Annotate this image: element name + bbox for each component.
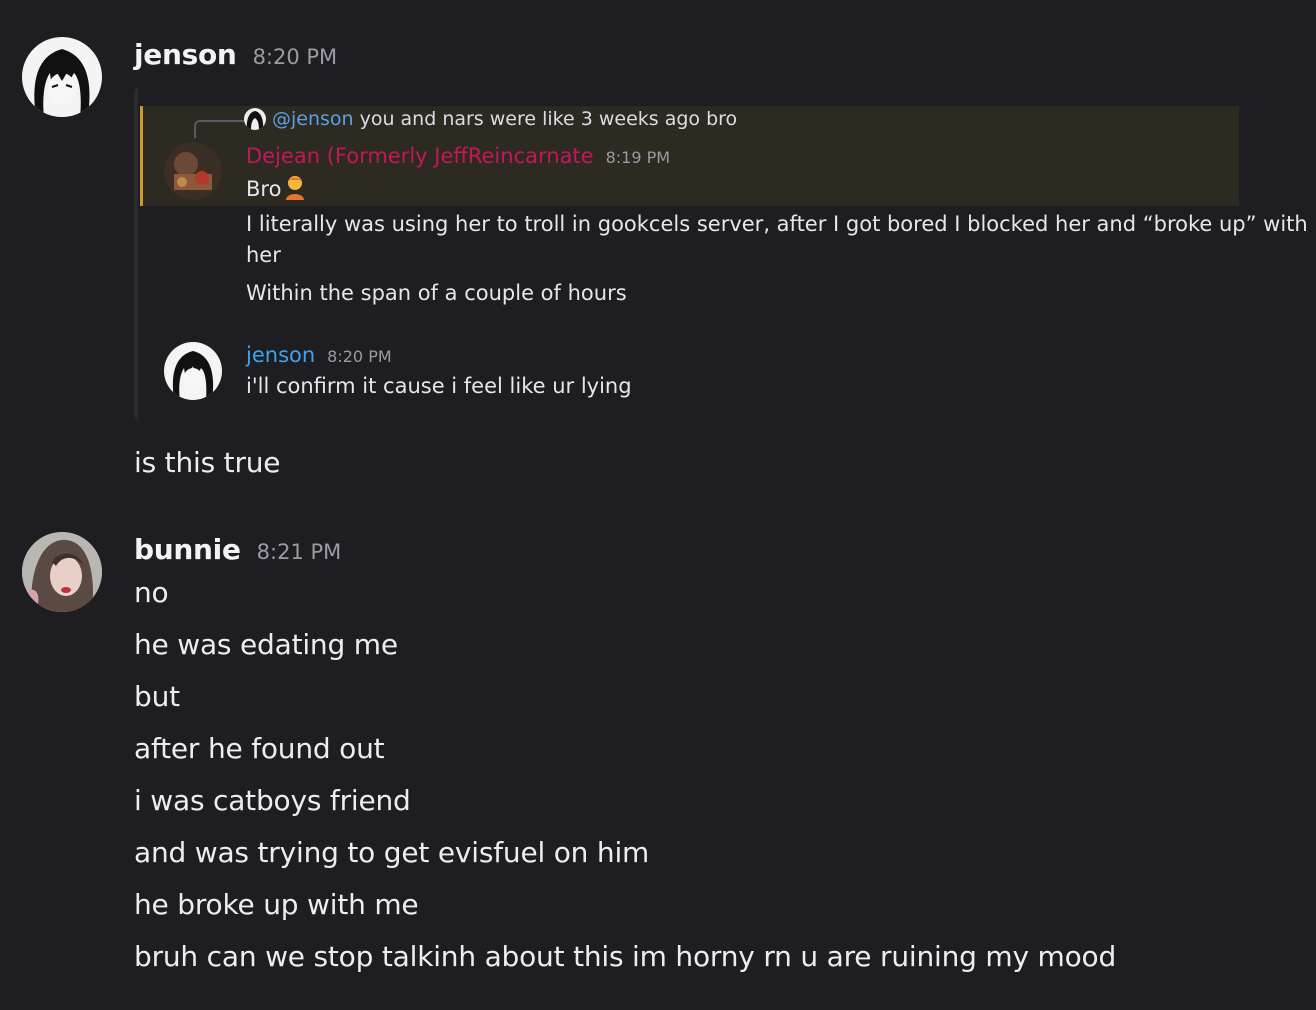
author-name[interactable]: bunnie: [134, 533, 241, 566]
selfie-avatar-icon: [22, 532, 102, 612]
anime-girl-avatar-icon: [164, 342, 222, 400]
message-line: he was edating me: [134, 628, 398, 661]
anime-girl-avatar-icon: [22, 37, 102, 117]
embed-line: her: [246, 243, 281, 267]
message-timestamp: 8:21 PM: [256, 540, 342, 564]
embed-jenson-time: 8:20 PM: [327, 347, 392, 366]
dejean-name[interactable]: Dejean (Formerly JeffReincarnate: [246, 144, 594, 168]
embed-line: i'll confirm it cause i feel like ur lyi…: [246, 374, 632, 398]
embed-line: Within the span of a couple of hours: [246, 281, 627, 305]
message-timestamp: 8:20 PM: [252, 45, 338, 69]
jenson-message-header: jenson 8:20 PM: [134, 38, 337, 71]
embed-line-text: Bro: [246, 177, 282, 201]
chat-log: jenson 8:20 PM @jenson you and nars were…: [0, 0, 1316, 1010]
reply-mention[interactable]: @jenson: [272, 108, 354, 130]
message-line: i was catboys friend: [134, 784, 411, 817]
bunnie-message-header: bunnie 8:21 PM: [134, 533, 341, 566]
reply-avatar-icon: [244, 108, 266, 130]
embed-line: I literally was using her to troll in go…: [246, 212, 1308, 236]
message-line: is this true: [134, 446, 281, 479]
dejean-time: 8:19 PM: [605, 148, 671, 167]
jenson-avatar[interactable]: [22, 37, 102, 117]
person-emoji-icon: [286, 176, 305, 200]
author-name[interactable]: jenson: [134, 38, 237, 71]
photo-avatar-icon: [164, 142, 222, 200]
bunnie-avatar[interactable]: [22, 532, 102, 612]
dejean-avatar: [164, 142, 222, 200]
embed-jenson-header: jenson 8:20 PM: [246, 343, 392, 367]
message-line: and was trying to get evisfuel on him: [134, 836, 650, 869]
message-line: bruh can we stop talkinh about this im h…: [134, 940, 1117, 973]
reply-text: you and nars were like 3 weeks ago bro: [359, 108, 738, 130]
dejean-header: Dejean (Formerly JeffReincarnate 8:19 PM: [246, 144, 670, 168]
message-line: no: [134, 576, 169, 609]
message-line: but: [134, 680, 180, 713]
embedded-screenshot[interactable]: @jenson you and nars were like 3 weeks a…: [134, 88, 1308, 420]
message-line: after he found out: [134, 732, 385, 765]
embed-jenson-name[interactable]: jenson: [246, 343, 315, 367]
reply-connector: [194, 120, 244, 138]
message-line: he broke up with me: [134, 888, 419, 921]
reply-preview[interactable]: @jenson you and nars were like 3 weeks a…: [244, 108, 737, 130]
embed-line: Bro: [246, 174, 306, 201]
embed-jenson-avatar: [164, 342, 222, 400]
